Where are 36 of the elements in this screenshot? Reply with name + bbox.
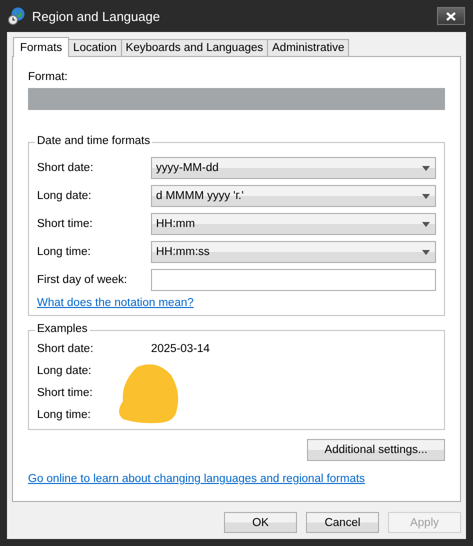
window-title: Region and Language <box>32 8 161 24</box>
caret-icon <box>422 250 430 254</box>
tab[interactable]: Administrative <box>267 39 350 56</box>
tab[interactable]: Formats <box>13 37 70 57</box>
format-dropdown[interactable]: HH:mm:ss <box>151 241 436 263</box>
example-label: Long time: <box>37 409 92 421</box>
format-dropdown[interactable]: yyyy-MM-dd <box>151 157 436 179</box>
input-field[interactable] <box>151 269 436 291</box>
format-field[interactable] <box>28 88 445 110</box>
format-dropdown[interactable]: d MMMM yyyy 'г.' <box>151 185 436 207</box>
caret-icon <box>422 194 430 198</box>
example-label: Short time: <box>37 387 94 399</box>
tab[interactable]: Location <box>68 39 122 56</box>
close-icon <box>446 12 456 20</box>
tab[interactable]: Keyboards and Languages <box>120 39 268 56</box>
online-help-link[interactable]: Go online to learn about changing languages and regional formats <box>28 473 365 485</box>
additional-settings-button[interactable]: Additional settings... <box>307 439 445 461</box>
notation-link[interactable]: What does the notation mean? <box>37 297 194 309</box>
group-title: Date and time formats <box>35 135 152 147</box>
example-label: Long date: <box>37 365 92 377</box>
field-label: Short time: <box>37 218 94 230</box>
example-value: 2025-03-14 <box>151 343 210 355</box>
dialog-button[interactable]: OK <box>224 512 297 533</box>
dialog-button[interactable]: Cancel <box>306 512 379 533</box>
field-label: Long date: <box>37 190 92 202</box>
globe-clock-icon <box>8 7 26 25</box>
field-label: Long time: <box>37 246 92 258</box>
field-label: First day of week: <box>37 274 128 286</box>
format-label: Format: <box>28 71 68 83</box>
format-dropdown[interactable]: HH:mm <box>151 213 436 235</box>
group-title: Examples <box>35 323 90 335</box>
close-button[interactable] <box>437 7 465 25</box>
caret-icon <box>422 166 430 170</box>
caret-icon <box>422 222 430 226</box>
example-label: Short date: <box>37 343 94 355</box>
field-label: Short date: <box>37 162 94 174</box>
